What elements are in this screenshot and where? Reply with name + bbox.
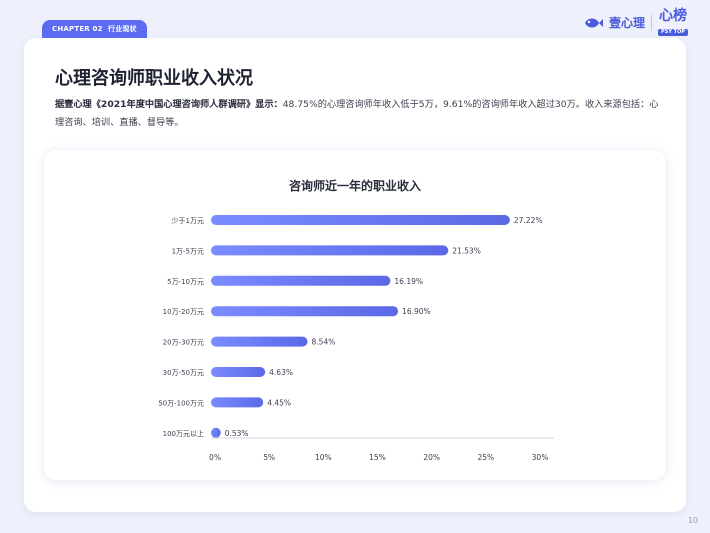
value-label: 21.53% — [452, 246, 481, 255]
income-bar-chart: 咨询师近一年的职业收入 少于1万元 27.22% 1万-5万元 21.53% 5万-10… — [158, 178, 554, 462]
x-tick-label: 10% — [315, 453, 332, 462]
brand-name: 壹心理 — [609, 16, 646, 30]
x-tick-label: 0% — [209, 453, 221, 462]
x-tick-label: 25% — [477, 453, 494, 462]
brand-mark: 心榜 — [659, 8, 688, 24]
bar — [211, 367, 266, 377]
bar — [211, 275, 391, 286]
category-label: 100万元以上 — [163, 429, 204, 438]
value-label: 16.90% — [402, 307, 431, 316]
bar — [211, 427, 221, 438]
value-label: 8.54% — [312, 338, 336, 347]
x-tick-label: 15% — [369, 453, 386, 462]
category-label: 1万-5万元 — [172, 247, 204, 255]
brand-fish-icon — [585, 18, 604, 27]
summary-lead: 据壹心理《2021年度中国心理咨询师人群调研》显示： — [55, 99, 283, 110]
brand-mark-logo: 心榜 PSY TOP — [658, 9, 688, 36]
bar — [211, 336, 308, 347]
bar — [211, 397, 264, 408]
chapter-section: 行业现状 — [107, 25, 137, 33]
chart-title: 咨询师近一年的职业收入 — [289, 178, 421, 193]
chapter-tab: CHAPTER 02 行业现状 — [42, 20, 147, 39]
value-label: 16.19% — [394, 277, 423, 286]
value-label: 0.53% — [225, 429, 249, 438]
value-label: 4.63% — [269, 368, 293, 377]
category-label: 少于1万元 — [172, 217, 204, 225]
summary-text: 据壹心理《2021年度中国心理咨询师人群调研》显示：48.75%的心理咨询师年收… — [55, 96, 665, 132]
brand-mark-sub: PSY TOP — [658, 29, 688, 36]
x-tick-label: 20% — [423, 453, 440, 462]
chart-card: 咨询师近一年的职业收入 少于1万元 27.22% 1万-5万元 21.53% 5万-10… — [44, 150, 666, 480]
x-tick-label: 30% — [532, 453, 549, 462]
bar — [211, 306, 399, 317]
x-tick-label: 5% — [263, 453, 275, 462]
page-title: 心理咨询师职业收入状况 — [55, 68, 253, 89]
category-label: 10万-20万元 — [163, 308, 204, 316]
brand-logos: 壹心理 心榜 PSY TOP — [583, 9, 688, 36]
category-label: 30万-50万元 — [163, 369, 204, 377]
page-number: 10 — [687, 516, 698, 525]
value-label: 27.22% — [514, 216, 543, 225]
chapter-label: CHAPTER 02 — [52, 25, 103, 33]
bar — [211, 245, 449, 256]
category-label: 50万-100万元 — [158, 399, 204, 407]
category-label: 5万-10万元 — [167, 278, 204, 286]
category-label: 20万-30万元 — [163, 339, 204, 347]
logo-divider — [651, 14, 653, 31]
bar — [211, 215, 510, 225]
value-label: 4.45% — [267, 398, 291, 407]
